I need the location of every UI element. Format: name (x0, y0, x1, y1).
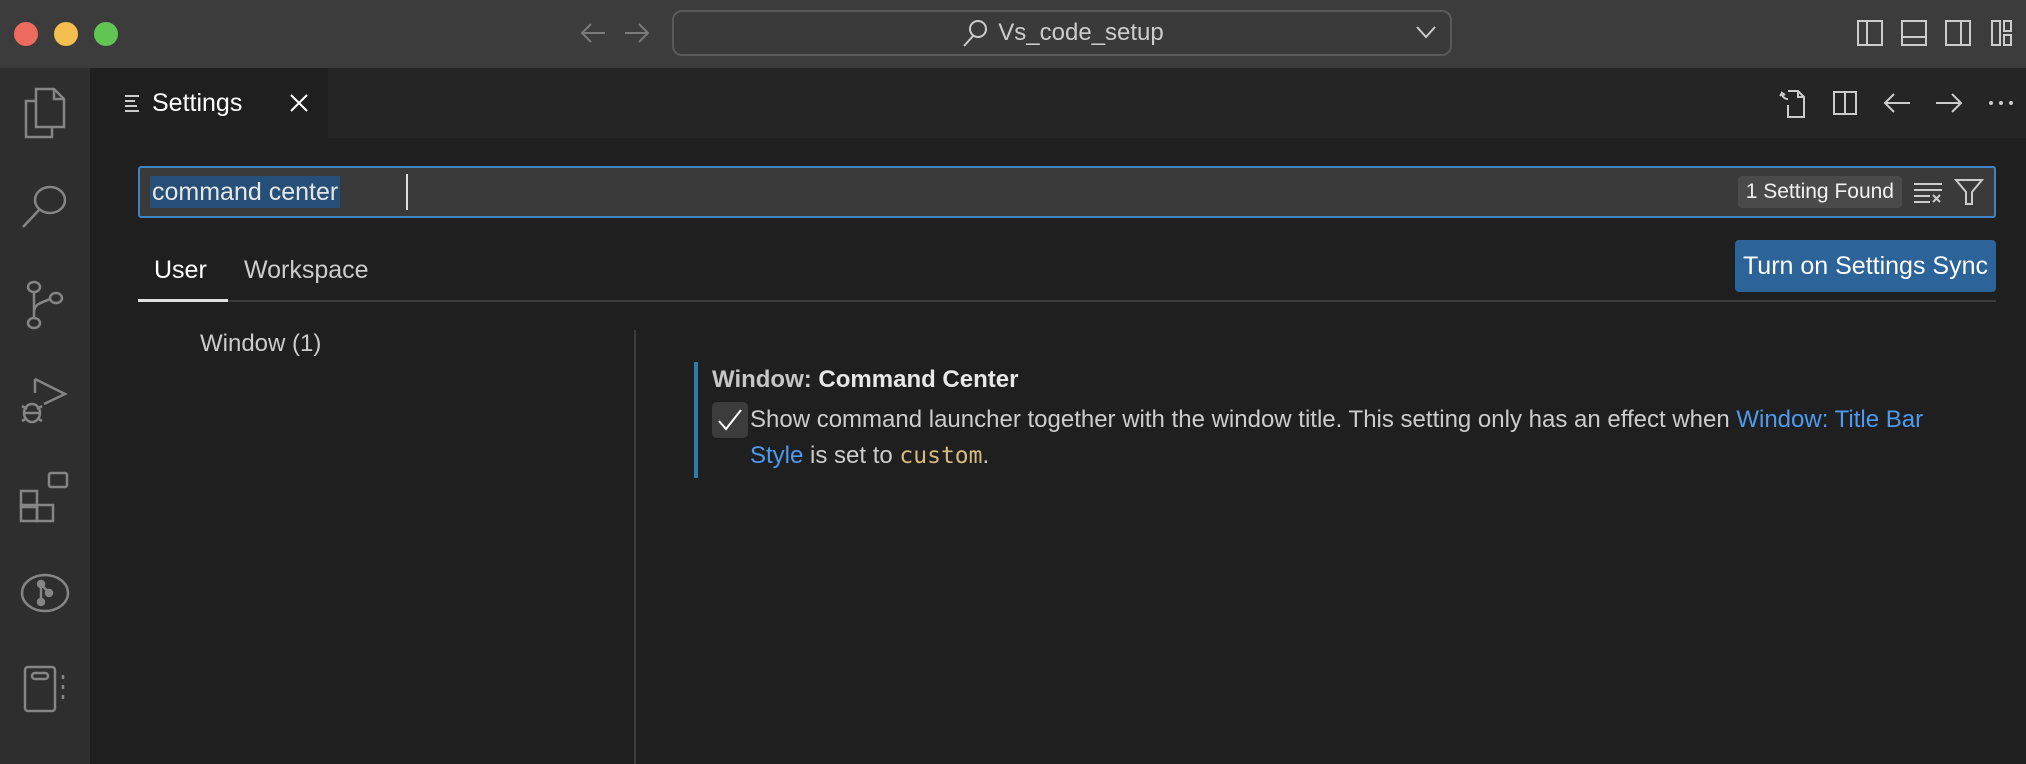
check-icon (718, 409, 742, 431)
tab-workspace[interactable]: Workspace (244, 256, 369, 285)
text-caret (406, 174, 408, 210)
activity-source-control[interactable] (0, 260, 90, 350)
setting-name: Command Center (818, 366, 1019, 393)
setting-category: Window: (712, 366, 819, 393)
activity-run-debug[interactable] (0, 356, 90, 446)
layout-controls (1854, 16, 2018, 50)
activity-search[interactable] (0, 164, 90, 254)
description-text: . (982, 442, 990, 469)
active-tab-indicator (138, 299, 228, 302)
title-bar: Vs_code_setup (0, 0, 2026, 68)
toggle-panel-icon[interactable] (1898, 16, 1930, 50)
settings-scope-tabs: User Workspace Turn on Settings Sync (138, 240, 1996, 302)
activity-notebook[interactable] (0, 644, 90, 734)
settings-search-input[interactable]: command center 1 Setting Found (138, 166, 1996, 218)
toggle-secondary-sidebar-icon[interactable] (1942, 16, 1974, 50)
code-value: custom (899, 443, 983, 469)
go-back-icon[interactable] (1880, 86, 1914, 120)
extensions-icon (19, 471, 69, 523)
close-icon[interactable] (286, 90, 312, 116)
tab-user[interactable]: User (154, 256, 207, 285)
search-query-text[interactable]: command center (150, 176, 341, 208)
tabs-bar: Settings (90, 68, 2026, 138)
customize-layout-icon[interactable] (1986, 16, 2018, 50)
back-button[interactable] (576, 16, 610, 50)
results-count-badge: 1 Setting Found (1737, 176, 1902, 208)
tab-label: Settings (152, 88, 243, 117)
search-icon (963, 20, 988, 47)
source-control-icon (26, 280, 64, 330)
toggle-primary-sidebar-icon[interactable] (1854, 16, 1886, 50)
toc-item-window[interactable]: Window (1) (200, 330, 321, 358)
description-text: is set to (803, 442, 900, 469)
search-icon (22, 185, 67, 228)
description-text: Show command launcher together with the … (750, 406, 1737, 433)
more-actions-icon[interactable] (1984, 86, 2018, 120)
settings-toc: Window (1) (138, 330, 636, 764)
editor-actions (1776, 86, 2018, 120)
arrow-right-icon (625, 23, 650, 43)
command-center-checkbox[interactable] (712, 402, 748, 438)
git-graph-icon (20, 573, 70, 613)
turn-on-settings-sync-button[interactable]: Turn on Settings Sync (1734, 240, 1996, 292)
activity-explorer[interactable] (0, 68, 90, 158)
filter-icon[interactable] (1952, 176, 1986, 208)
activity-extensions[interactable] (0, 452, 90, 542)
chevron-down-icon[interactable] (1414, 22, 1438, 47)
split-editor-icon[interactable] (1828, 86, 1862, 120)
setting-item-command-center: Window: Command Center Show command laun… (694, 362, 1994, 478)
files-icon (24, 87, 66, 139)
setting-description: Show command launcher together with the … (750, 402, 1980, 474)
arrow-left-icon (580, 23, 605, 43)
debug-icon (21, 377, 68, 424)
settings-list-icon (125, 95, 139, 112)
command-center[interactable]: Vs_code_setup (672, 10, 1452, 56)
command-center-label: Vs_code_setup (998, 19, 1164, 46)
tab-settings[interactable]: Settings (90, 68, 328, 138)
notebook-icon (23, 665, 65, 713)
clear-filter-icon[interactable] (1912, 178, 1944, 208)
editor-area: Settings command center 1 Setting Found … (90, 68, 2026, 764)
minimize-window-button[interactable] (54, 22, 78, 46)
setting-focus-indicator (694, 362, 698, 478)
activity-bar (0, 68, 90, 764)
forward-button[interactable] (620, 16, 654, 50)
activity-git-graph[interactable] (0, 548, 90, 638)
setting-title: Window: Command Center (712, 366, 1018, 394)
open-settings-json-icon[interactable] (1776, 86, 1810, 120)
close-window-button[interactable] (14, 22, 38, 46)
maximize-window-button[interactable] (94, 22, 118, 46)
go-forward-icon[interactable] (1932, 86, 1966, 120)
